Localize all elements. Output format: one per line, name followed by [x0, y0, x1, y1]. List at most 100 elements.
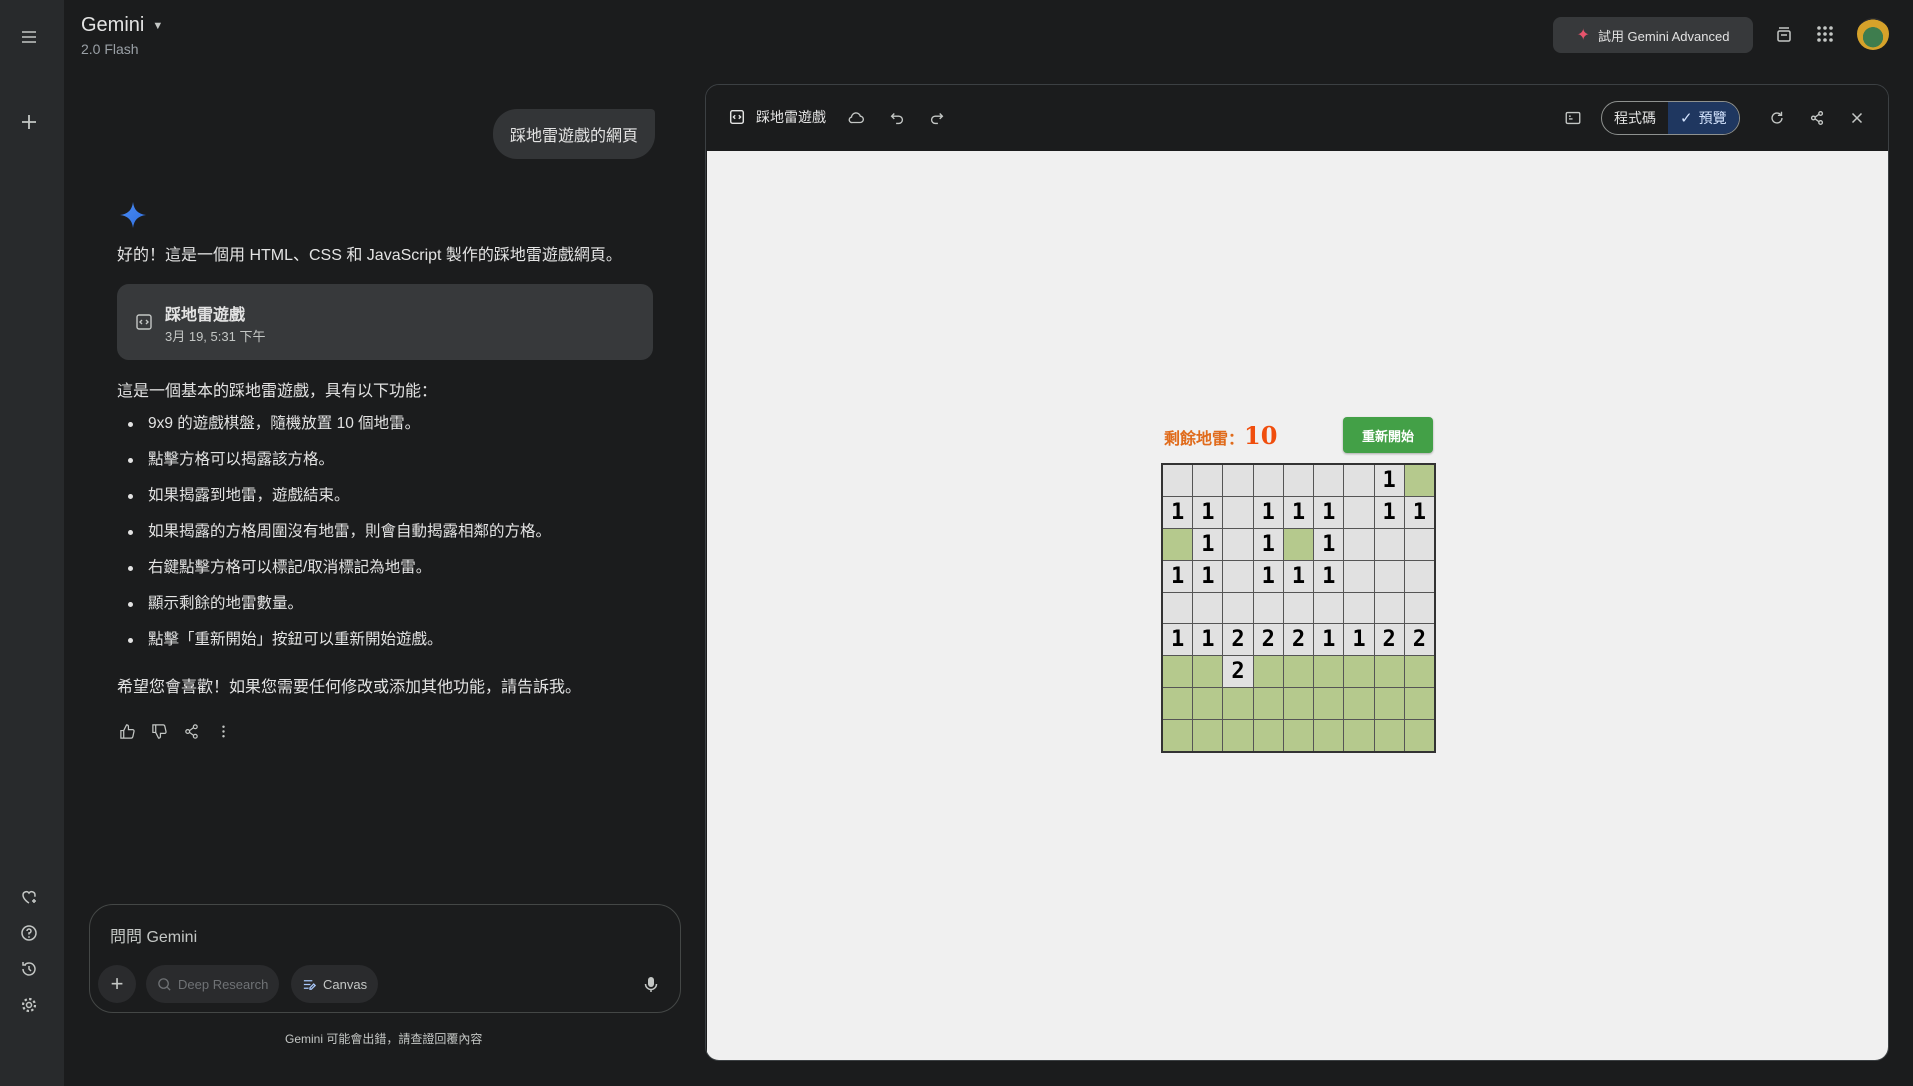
board-cell[interactable]: [1344, 528, 1374, 560]
model-switcher[interactable]: Gemini ▼: [81, 14, 163, 37]
board-cell[interactable]: [1253, 592, 1283, 624]
board-cell[interactable]: 1: [1344, 624, 1374, 656]
board-cell[interactable]: [1404, 560, 1434, 592]
board-cell[interactable]: 2: [1253, 624, 1283, 656]
board-cell[interactable]: 2: [1223, 624, 1253, 656]
close-icon[interactable]: [1846, 107, 1868, 129]
board-cell[interactable]: 1: [1193, 560, 1223, 592]
prompt-input-box[interactable]: 問問 Gemini + Deep Research Canvas: [89, 904, 681, 1013]
board-cell[interactable]: [1404, 656, 1434, 688]
board-cell[interactable]: [1344, 720, 1374, 751]
board-cell[interactable]: [1344, 688, 1374, 720]
board-cell[interactable]: [1223, 496, 1253, 528]
board-cell[interactable]: 1: [1374, 465, 1404, 496]
undo-icon[interactable]: [886, 107, 908, 129]
board-cell[interactable]: [1253, 688, 1283, 720]
board-cell[interactable]: 1: [1253, 560, 1283, 592]
board-cell[interactable]: 2: [1283, 624, 1314, 656]
board-cell[interactable]: [1374, 592, 1404, 624]
board-cell[interactable]: [1344, 496, 1374, 528]
board-cell[interactable]: 2: [1223, 656, 1253, 688]
board-cell[interactable]: 1: [1193, 496, 1223, 528]
board-cell[interactable]: [1344, 465, 1374, 496]
board-cell[interactable]: [1283, 465, 1314, 496]
share-icon[interactable]: [1806, 107, 1828, 129]
board-cell[interactable]: [1374, 656, 1404, 688]
board-cell[interactable]: [1283, 528, 1314, 560]
board-cell[interactable]: 1: [1314, 496, 1344, 528]
gems-icon[interactable]: [16, 884, 42, 910]
add-attachment-button[interactable]: +: [98, 965, 136, 1003]
more-vert-icon[interactable]: [213, 721, 233, 741]
board-cell[interactable]: 1: [1283, 560, 1314, 592]
board-cell[interactable]: 1: [1314, 528, 1344, 560]
board-cell[interactable]: [1314, 592, 1344, 624]
canvas-artifact-card[interactable]: 踩地雷遊戲 3月 19, 5:31 下午: [117, 284, 653, 360]
board-cell[interactable]: [1404, 465, 1434, 496]
board-cell[interactable]: [1404, 720, 1434, 751]
board-cell[interactable]: [1223, 465, 1253, 496]
help-icon[interactable]: [16, 920, 42, 946]
board-cell[interactable]: 1: [1314, 624, 1344, 656]
board-cell[interactable]: [1193, 688, 1223, 720]
history-icon[interactable]: [16, 956, 42, 982]
deep-research-button[interactable]: Deep Research: [146, 965, 280, 1003]
tab-preview[interactable]: ✓ 預覽: [1668, 102, 1739, 134]
board-cell[interactable]: [1193, 656, 1223, 688]
board-cell[interactable]: 1: [1283, 496, 1314, 528]
board-cell[interactable]: [1193, 592, 1223, 624]
board-cell[interactable]: [1314, 688, 1344, 720]
avatar[interactable]: [1857, 18, 1889, 50]
board-cell[interactable]: [1163, 688, 1193, 720]
cloud-save-icon[interactable]: [845, 107, 867, 129]
board-cell[interactable]: [1193, 720, 1223, 751]
board-cell[interactable]: [1163, 656, 1193, 688]
canvas-button[interactable]: Canvas: [291, 965, 379, 1003]
board-cell[interactable]: [1283, 656, 1314, 688]
board-cell[interactable]: 1: [1404, 496, 1434, 528]
board-cell[interactable]: [1223, 560, 1253, 592]
board-cell[interactable]: [1374, 528, 1404, 560]
board-cell[interactable]: 1: [1193, 528, 1223, 560]
archive-icon[interactable]: [1771, 21, 1797, 47]
board-cell[interactable]: [1223, 592, 1253, 624]
board-cell[interactable]: [1253, 720, 1283, 751]
prompt-input[interactable]: 問問 Gemini: [110, 923, 197, 947]
board-cell[interactable]: [1404, 688, 1434, 720]
restart-button[interactable]: 重新開始: [1343, 417, 1433, 453]
board-cell[interactable]: 1: [1163, 624, 1193, 656]
board-cell[interactable]: [1223, 720, 1253, 751]
thumbs-up-icon[interactable]: [117, 721, 137, 741]
settings-icon[interactable]: [16, 992, 42, 1018]
board-cell[interactable]: [1374, 720, 1404, 751]
board-cell[interactable]: [1223, 528, 1253, 560]
board-cell[interactable]: [1193, 465, 1223, 496]
board-cell[interactable]: [1314, 656, 1344, 688]
board-cell[interactable]: [1344, 560, 1374, 592]
redo-icon[interactable]: [926, 107, 948, 129]
new-chat-icon[interactable]: [16, 109, 42, 135]
refresh-icon[interactable]: [1766, 107, 1788, 129]
board-cell[interactable]: [1283, 688, 1314, 720]
board-cell[interactable]: [1163, 720, 1193, 751]
board-cell[interactable]: [1283, 720, 1314, 751]
board-cell[interactable]: [1163, 528, 1193, 560]
board-cell[interactable]: [1314, 465, 1344, 496]
thumbs-down-icon[interactable]: [149, 721, 169, 741]
board-cell[interactable]: [1374, 560, 1404, 592]
board-cell[interactable]: [1163, 465, 1193, 496]
board-cell[interactable]: [1253, 465, 1283, 496]
console-icon[interactable]: [1562, 107, 1584, 129]
board-cell[interactable]: [1283, 592, 1314, 624]
board-cell[interactable]: 2: [1374, 624, 1404, 656]
board-cell[interactable]: [1404, 592, 1434, 624]
board-cell[interactable]: [1223, 688, 1253, 720]
board-cell[interactable]: [1253, 656, 1283, 688]
board-cell[interactable]: [1344, 656, 1374, 688]
board-cell[interactable]: [1344, 592, 1374, 624]
board-cell[interactable]: [1314, 720, 1344, 751]
board-cell[interactable]: 2: [1404, 624, 1434, 656]
try-advanced-button[interactable]: ✦ 試用 Gemini Advanced: [1553, 17, 1753, 53]
board-cell[interactable]: [1374, 688, 1404, 720]
code-preview-toggle[interactable]: 程式碼 ✓ 預覽: [1601, 101, 1740, 135]
